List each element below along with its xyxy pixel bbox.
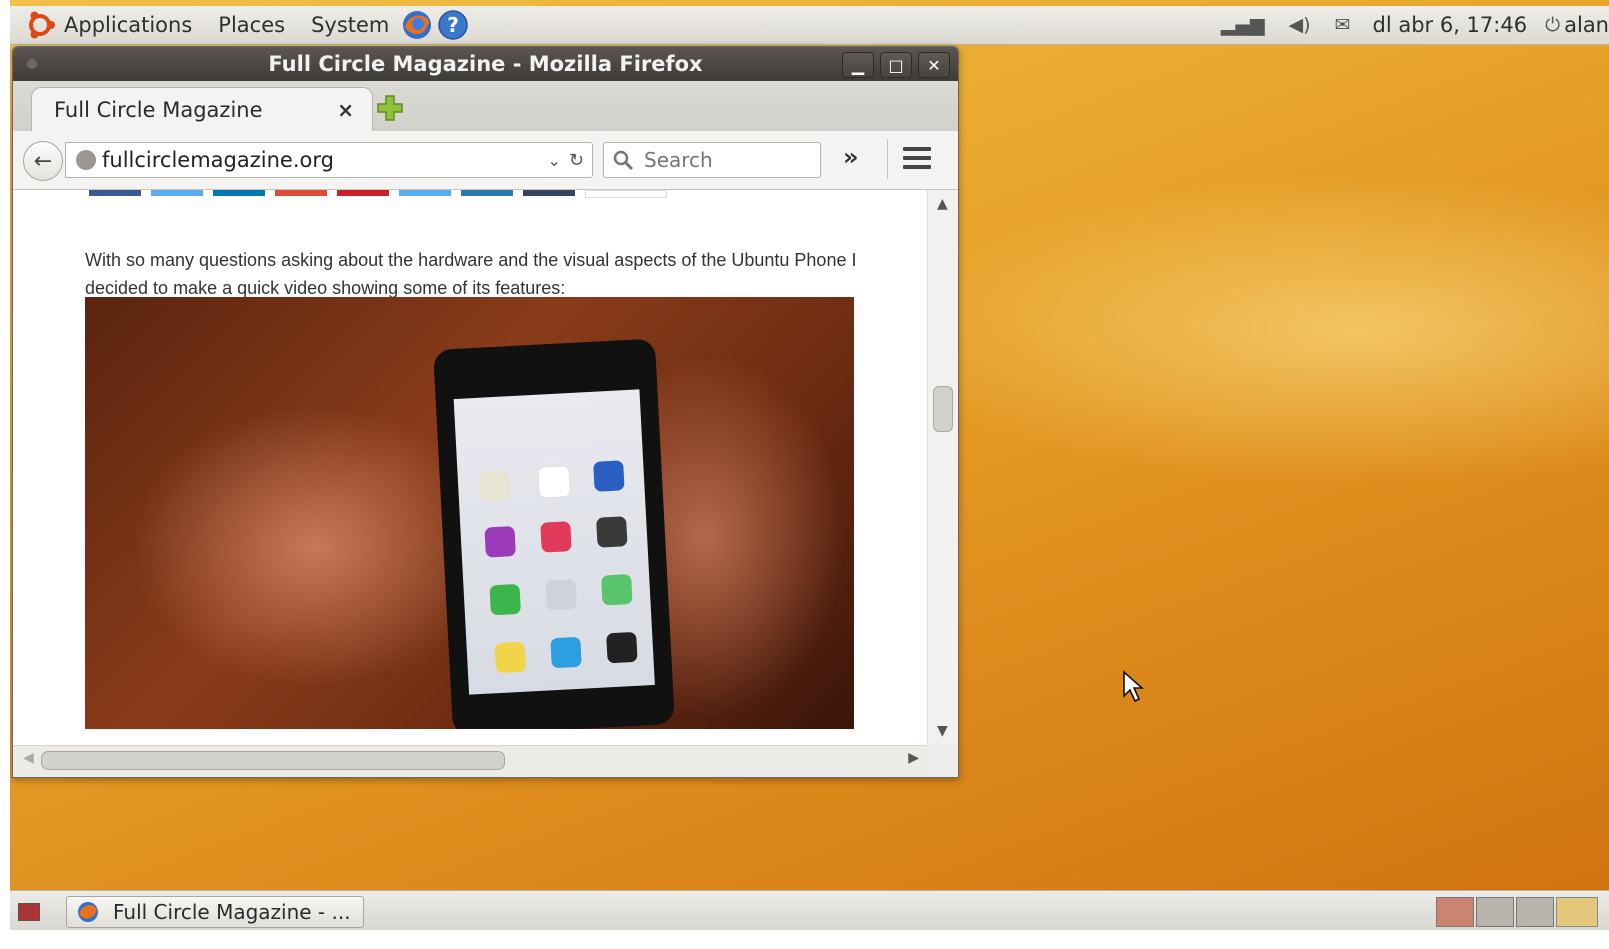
article-paragraph: With so many questions asking about the … [85,250,857,298]
tab-full-circle[interactable]: Full Circle Magazine × [31,87,373,132]
tab-close-icon[interactable]: × [337,98,354,122]
menu-system[interactable]: System [311,13,389,37]
url-dropdown-chevron-icon[interactable]: ⌄ [548,151,561,170]
workspace-1[interactable] [1436,897,1474,927]
share-button-3[interactable] [213,190,265,196]
back-arrow-icon[interactable]: ← [23,141,63,181]
close-button[interactable]: ✕ [918,52,950,78]
tab-strip: Full Circle Magazine × [13,81,958,132]
show-desktop-icon[interactable] [18,903,40,921]
desktop: Applications Places System ? ▂▄▆ ◀) ✉ dl… [10,0,1609,930]
volume-icon[interactable]: ◀) [1289,14,1311,36]
url-text[interactable]: fullcirclemagazine.org [102,148,548,172]
workspace-2[interactable] [1476,897,1514,927]
maximize-button[interactable]: □ [880,52,912,78]
firefox-window: Full Circle Magazine - Mozilla Firefox ▁… [12,46,959,778]
menu-places[interactable]: Places [218,13,285,37]
share-button-7[interactable] [461,190,513,196]
reload-icon[interactable]: ↻ [569,150,584,171]
tab-label: Full Circle Magazine [54,98,263,122]
vertical-scroll-thumb[interactable] [933,386,953,432]
firefox-icon [78,902,98,922]
share-buttons [89,190,677,198]
minimize-button[interactable]: ▁ [842,52,874,78]
bottom-panel: Full Circle Magazine - ... [10,890,1609,930]
toolbar-separator [887,139,888,179]
workspace-3[interactable] [1516,897,1554,927]
ubuntu-logo-icon[interactable] [24,9,56,41]
url-bar[interactable]: fullcirclemagazine.org ⌄ ↻ [65,142,593,178]
hamburger-menu-icon[interactable] [903,147,931,169]
window-title: Full Circle Magazine - Mozilla Firefox [268,52,703,76]
share-button-6[interactable] [399,190,451,196]
vertical-scrollbar[interactable]: ▲ ▼ [927,190,958,745]
firefox-launcher-icon[interactable] [401,9,433,41]
window-titlebar[interactable]: Full Circle Magazine - Mozilla Firefox ▁… [13,47,958,81]
scroll-right-arrow-icon[interactable]: ▶ [908,750,919,766]
scroll-left-arrow-icon[interactable]: ◀ [23,750,34,766]
svg-text:?: ? [448,13,460,37]
system-tray: ▂▄▆ ◀) ✉ dl abr 6, 17:46 ⏻ alan [1209,6,1609,44]
new-tab-plus-icon[interactable] [375,93,405,123]
search-icon [613,150,634,171]
mail-icon[interactable]: ✉ [1335,14,1351,36]
taskbar-firefox-task[interactable]: Full Circle Magazine - ... [66,896,364,928]
menu-applications[interactable]: Applications [64,13,192,37]
help-launcher-icon[interactable]: ? [437,9,469,41]
embedded-video[interactable] [85,297,854,729]
share-button-8[interactable] [523,190,575,196]
share-button-2[interactable] [151,190,203,196]
top-panel: Applications Places System ? ▂▄▆ ◀) ✉ dl… [10,6,1609,45]
share-button-4[interactable] [275,190,327,196]
horizontal-scroll-thumb[interactable] [41,751,505,770]
share-button-1[interactable] [89,190,141,196]
window-menu-icon[interactable] [27,59,37,69]
video-phone-image [433,338,675,729]
scroll-down-arrow-icon[interactable]: ▼ [937,723,948,739]
scroll-up-arrow-icon[interactable]: ▲ [937,196,948,212]
search-box[interactable] [603,142,821,178]
share-button-5[interactable] [337,190,389,196]
mouse-pointer-icon [1123,670,1145,703]
navigation-bar: ← fullcirclemagazine.org ⌄ ↻ » [13,131,958,190]
task-label: Full Circle Magazine - ... [113,900,351,924]
network-signal-icon[interactable]: ▂▄▆ [1221,14,1265,36]
user-name[interactable]: alan [1564,13,1609,37]
power-icon[interactable]: ⏻ [1545,14,1560,36]
search-input[interactable] [642,147,806,173]
toolbar-overflow-chevron-icon[interactable]: » [843,143,859,171]
share-button-9[interactable] [585,190,667,198]
globe-icon [76,150,96,170]
clock[interactable]: dl abr 6, 17:46 [1373,13,1528,37]
trash-icon[interactable] [1556,897,1598,927]
horizontal-scrollbar[interactable]: ◀ ▶ [13,745,927,774]
page-content: With so many questions asking about the … [13,190,937,745]
